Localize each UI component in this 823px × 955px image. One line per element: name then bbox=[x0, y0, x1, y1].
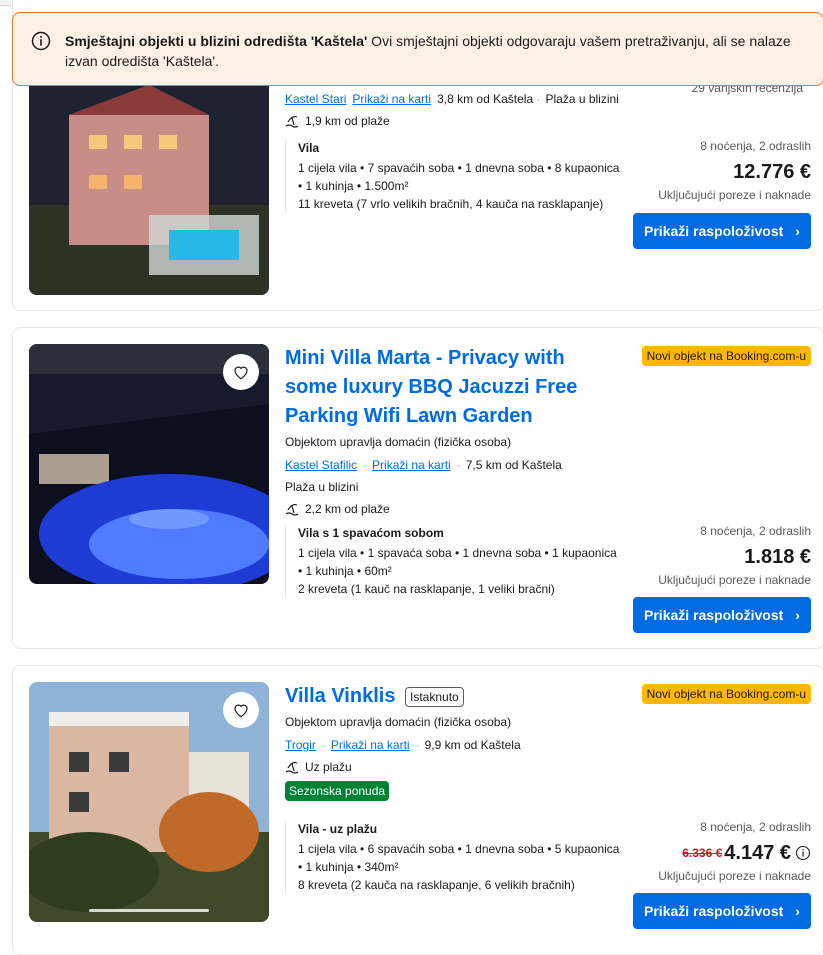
show-availability-button[interactable]: Prikaži raspoloživost › bbox=[633, 893, 811, 929]
unit-name: Vila s 1 spavaćom sobom bbox=[298, 526, 444, 540]
price: 1.818 € bbox=[744, 546, 811, 568]
property-photo[interactable] bbox=[29, 344, 269, 584]
unit-kitchen-size: • 1 kuhinja • 1.500m² bbox=[298, 179, 409, 193]
location-line: Trogir · Prikaži na karti · 9,9 km od Kaštel… bbox=[285, 738, 521, 752]
beach-distance-text: 2,2 km od plaže bbox=[305, 502, 390, 516]
unit-name: Vila - uz plažu bbox=[298, 822, 378, 836]
tax-note: Uključujući poreze i naknade bbox=[658, 573, 811, 587]
save-to-wishlist-button[interactable] bbox=[223, 354, 259, 390]
price-row: 6.336 € 4.147 € bbox=[611, 839, 811, 867]
property-title-link[interactable]: Mini Villa Marta - Privacy with some lux… bbox=[285, 344, 605, 431]
tax-note: Uključujući poreze i naknade bbox=[658, 188, 811, 202]
show-on-map-link[interactable]: Prikaži na karti bbox=[372, 458, 451, 472]
property-photo[interactable] bbox=[29, 55, 269, 295]
info-icon bbox=[31, 31, 51, 51]
unit-rooms: 1 cijela vila • 6 spavaćih soba • 1 dnev… bbox=[298, 842, 620, 856]
beach-distance: 1,9 km od plaže bbox=[285, 111, 625, 131]
button-label: Prikaži raspoloživost bbox=[644, 223, 784, 239]
show-availability-button[interactable]: Prikaži raspoloživost › bbox=[633, 597, 811, 633]
beach-nearby-text: Plaža u blizini bbox=[545, 92, 619, 106]
show-on-map-link[interactable]: Prikaži na karti bbox=[331, 738, 410, 752]
unit-beds: 2 kreveta (1 kauč na rasklapanje, 1 veli… bbox=[298, 582, 555, 596]
distance-text: 7,5 km od Kaštela bbox=[465, 458, 562, 472]
new-property-badge: Novi objekt na Booking.com-u bbox=[641, 684, 811, 704]
beach-distance: 2,2 km od plaže bbox=[285, 499, 605, 519]
unit-details: Vila s 1 spavaćom sobom 1 cijela vila • … bbox=[285, 524, 625, 598]
save-to-wishlist-button[interactable] bbox=[223, 692, 259, 728]
location-link[interactable]: Kastel Stari bbox=[285, 92, 346, 106]
beach-distance: Uz plažu bbox=[285, 757, 625, 777]
notice-title: Smještajni objekti u blizini odredišta '… bbox=[65, 33, 368, 49]
unit-kitchen-size: • 1 kuhinja • 340m² bbox=[298, 860, 399, 874]
distance-text: 3,8 km od Kaštela bbox=[437, 92, 534, 106]
beach-icon bbox=[285, 115, 299, 128]
nearby-properties-notice: Smještajni objekti u blizini odredišta '… bbox=[12, 12, 823, 86]
seasonal-deal-badge: Sezonska ponuda bbox=[285, 781, 390, 801]
price: 12.776 € bbox=[733, 161, 811, 183]
chevron-right-icon: › bbox=[795, 607, 800, 623]
chevron-right-icon: › bbox=[795, 903, 800, 919]
location-link[interactable]: Kastel Stafilic bbox=[285, 458, 357, 472]
unit-kitchen-size: • 1 kuhinja • 60m² bbox=[298, 564, 392, 578]
distance-text: 9,9 km od Kaštela bbox=[424, 738, 521, 752]
unit-rooms: 1 cijela vila • 7 spavaćih soba • 1 dnev… bbox=[298, 161, 620, 175]
beach-distance-text: 1,9 km od plaže bbox=[305, 114, 390, 128]
location-link[interactable]: Trogir bbox=[285, 738, 316, 752]
managed-by-host: Objektom upravlja domaćin (fizička osoba… bbox=[285, 435, 512, 449]
stay-length: 8 noćenja, 2 odraslih bbox=[700, 524, 811, 538]
show-availability-button[interactable]: Prikaži raspoloživost › bbox=[633, 213, 811, 249]
button-label: Prikaži raspoloživost bbox=[644, 903, 784, 919]
unit-details: Vila - uz plažu 1 cijela vila • 6 spavać… bbox=[285, 820, 625, 894]
original-price: 6.336 € bbox=[682, 846, 723, 860]
unit-beds: 8 kreveta (2 kauča na rasklapanje, 6 vel… bbox=[298, 878, 575, 892]
chevron-right-icon: › bbox=[795, 223, 800, 239]
info-icon[interactable] bbox=[795, 845, 811, 861]
property-title-link[interactable]: Villa Vinklis bbox=[285, 685, 395, 707]
stay-length: 8 noćenja, 2 odraslih bbox=[700, 139, 811, 153]
unit-beds: 11 kreveta (7 vrlo velikih bračnih, 4 ka… bbox=[298, 197, 604, 211]
managed-by-host: Objektom upravlja domaćin (fizička osoba… bbox=[285, 715, 512, 729]
button-label: Prikaži raspoloživost bbox=[644, 607, 784, 623]
heart-icon bbox=[234, 366, 248, 380]
property-card: Novi objekt na Booking.com-u Villa Vinkl… bbox=[12, 665, 823, 955]
beach-icon bbox=[285, 503, 299, 516]
location-line: Kastel Stari Prikaži na karti 3,8 km od Ka… bbox=[285, 92, 619, 106]
location-line: Kastel Stafilic · Prikaži na karti · 7,5 km … bbox=[285, 458, 562, 472]
property-card: Novi objekt na Booking.com-u Mini Villa … bbox=[12, 327, 823, 649]
unit-name: Vila bbox=[298, 141, 320, 155]
heart-icon bbox=[234, 704, 248, 718]
unit-rooms: 1 cijela vila • 1 spavaća soba • 1 dnevn… bbox=[298, 546, 617, 560]
property-photo[interactable] bbox=[29, 682, 269, 922]
show-on-map-link[interactable]: Prikaži na karti bbox=[352, 92, 431, 106]
price: 4.147 € bbox=[724, 842, 791, 864]
beach-distance-text: Uz plažu bbox=[305, 760, 352, 774]
beach-nearby-text: Plaža u blizini bbox=[285, 480, 359, 494]
preferred-badge: Istaknuto bbox=[405, 686, 464, 707]
beach-icon bbox=[285, 761, 299, 774]
tax-note: Uključujući poreze i naknade bbox=[658, 869, 811, 883]
property-title-row: Villa Vinklis Istaknuto bbox=[285, 682, 625, 711]
stay-length: 8 noćenja, 2 odraslih bbox=[700, 820, 811, 834]
new-property-badge: Novi objekt na Booking.com-u bbox=[641, 346, 811, 366]
unit-details: Vila 1 cijela vila • 7 spavaćih soba • 1… bbox=[285, 139, 625, 213]
